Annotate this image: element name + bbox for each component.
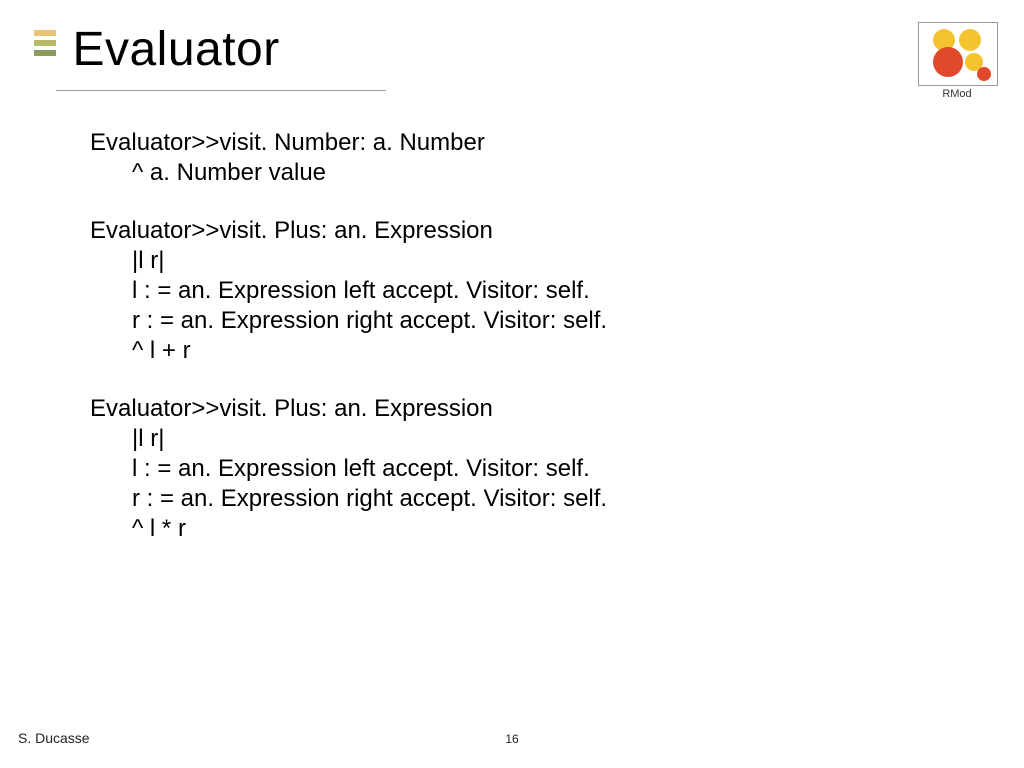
code-line: l : = an. Expression left accept. Visito…	[90, 276, 607, 306]
accent-bar	[34, 40, 56, 46]
rmod-logo: RMod	[918, 22, 996, 100]
code-method-2: Evaluator>>visit. Plus: an. Expression |…	[90, 216, 607, 366]
code-method-1: Evaluator>>visit. Number: a. Number ^ a.…	[90, 128, 607, 188]
code-line: l : = an. Expression left accept. Visito…	[90, 454, 607, 484]
logo-dot-icon	[977, 67, 991, 81]
code-line: ^ l * r	[90, 514, 607, 544]
logo-dot-icon	[959, 29, 981, 51]
code-line: Evaluator>>visit. Plus: an. Expression	[90, 394, 607, 424]
code-line: r : = an. Expression right accept. Visit…	[90, 484, 607, 514]
rmod-logo-box	[918, 22, 998, 86]
footer-page-number: 16	[0, 732, 1024, 746]
code-line: |l r|	[90, 246, 607, 276]
code-line: |l r|	[90, 424, 607, 454]
accent-bar	[34, 30, 56, 36]
code-line: Evaluator>>visit. Plus: an. Expression	[90, 216, 607, 246]
logo-dot-icon	[933, 47, 963, 77]
code-method-3: Evaluator>>visit. Plus: an. Expression |…	[90, 394, 607, 544]
code-line: Evaluator>>visit. Number: a. Number	[90, 128, 607, 158]
slide-title: Evaluator	[72, 22, 279, 77]
title-accent-bars	[34, 30, 56, 60]
title-underline	[56, 90, 386, 91]
code-line: ^ l + r	[90, 336, 607, 366]
slide-title-block: Evaluator	[34, 22, 280, 77]
accent-bar	[34, 50, 56, 56]
rmod-logo-label: RMod	[918, 88, 996, 100]
slide-body: Evaluator>>visit. Number: a. Number ^ a.…	[90, 128, 607, 572]
code-line: ^ a. Number value	[90, 158, 607, 188]
code-line: r : = an. Expression right accept. Visit…	[90, 306, 607, 336]
